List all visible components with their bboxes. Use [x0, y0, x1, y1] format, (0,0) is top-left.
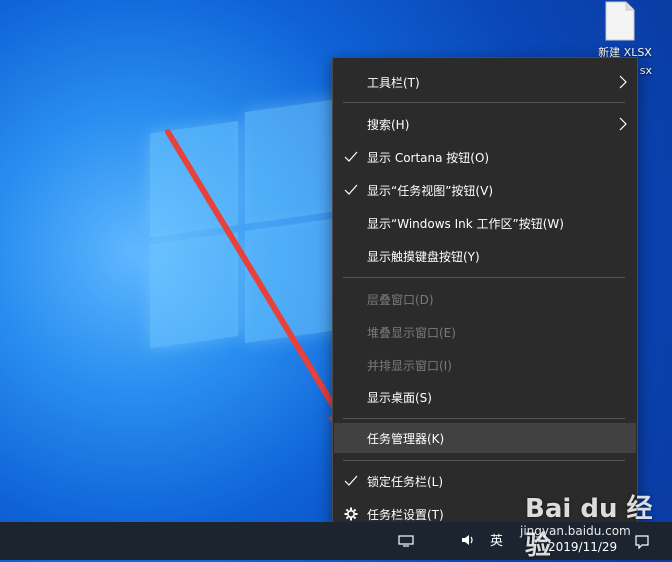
- menu-separator: [343, 102, 625, 103]
- watermark-site: jingyan.baidu.com: [520, 524, 631, 538]
- menu-item-windows-ink[interactable]: 显示“Windows Ink 工作区”按钮(W): [334, 208, 636, 238]
- taskbar-context-menu: 工具栏(T) 搜索(H) 显示 Cortana 按钮(O) 显示“任务视图”按钮…: [332, 57, 638, 537]
- logo-pane: [245, 216, 345, 343]
- checkmark-icon: [344, 151, 358, 162]
- checkmark-icon: [344, 184, 358, 195]
- menu-item-touch-keyboard[interactable]: 显示触摸键盘按钮(Y): [334, 241, 636, 271]
- menu-separator: [343, 460, 625, 461]
- menu-item-label: 搜索(H): [367, 117, 410, 132]
- menu-item-label: 显示桌面(S): [367, 390, 432, 405]
- menu-item-label: 锁定任务栏(L): [367, 474, 444, 489]
- menu-item-search[interactable]: 搜索(H): [334, 109, 636, 139]
- ime-indicator[interactable]: 英: [490, 530, 503, 549]
- menu-separator: [343, 277, 625, 278]
- menu-item-label: 显示触摸键盘按钮(Y): [367, 249, 480, 264]
- menu-item-label: 堆叠显示窗口(E): [367, 325, 456, 340]
- menu-item-label: 任务管理器(K): [367, 431, 445, 446]
- chevron-right-icon: [619, 75, 627, 89]
- menu-item-label: 任务栏设置(T): [367, 507, 444, 522]
- windows-logo: [150, 97, 345, 364]
- logo-pane: [150, 120, 238, 238]
- menu-item-label: 层叠窗口(D): [367, 292, 434, 307]
- volume-icon[interactable]: [460, 532, 476, 548]
- menu-item-cortana[interactable]: 显示 Cortana 按钮(O): [334, 142, 636, 172]
- menu-item-label: 显示“Windows Ink 工作区”按钮(W): [367, 216, 564, 231]
- menu-item-side-by-side: 并排显示窗口(I): [334, 350, 636, 380]
- menu-item-task-view[interactable]: 显示“任务视图”按钮(V): [334, 175, 636, 205]
- menu-item-label: 显示“任务视图”按钮(V): [367, 183, 494, 198]
- menu-separator: [343, 418, 625, 419]
- logo-pane: [245, 97, 345, 224]
- menu-item-toolbars[interactable]: 工具栏(T): [334, 67, 636, 97]
- menu-item-label: 并排显示窗口(I): [367, 358, 452, 373]
- gear-icon: [344, 507, 358, 521]
- menu-item-label: 显示 Cortana 按钮(O): [367, 150, 490, 165]
- menu-item-show-desktop[interactable]: 显示桌面(S): [334, 382, 636, 412]
- menu-item-cascade: 层叠窗口(D): [334, 284, 636, 314]
- network-icon[interactable]: [398, 532, 414, 548]
- file-icon[interactable]: [600, 0, 640, 42]
- menu-item-stacked: 堆叠显示窗口(E): [334, 317, 636, 347]
- chevron-right-icon: [619, 117, 627, 131]
- menu-item-label: 工具栏(T): [367, 75, 420, 90]
- menu-item-task-manager[interactable]: 任务管理器(K): [334, 423, 636, 453]
- checkmark-icon: [344, 475, 358, 486]
- logo-pane: [150, 231, 238, 349]
